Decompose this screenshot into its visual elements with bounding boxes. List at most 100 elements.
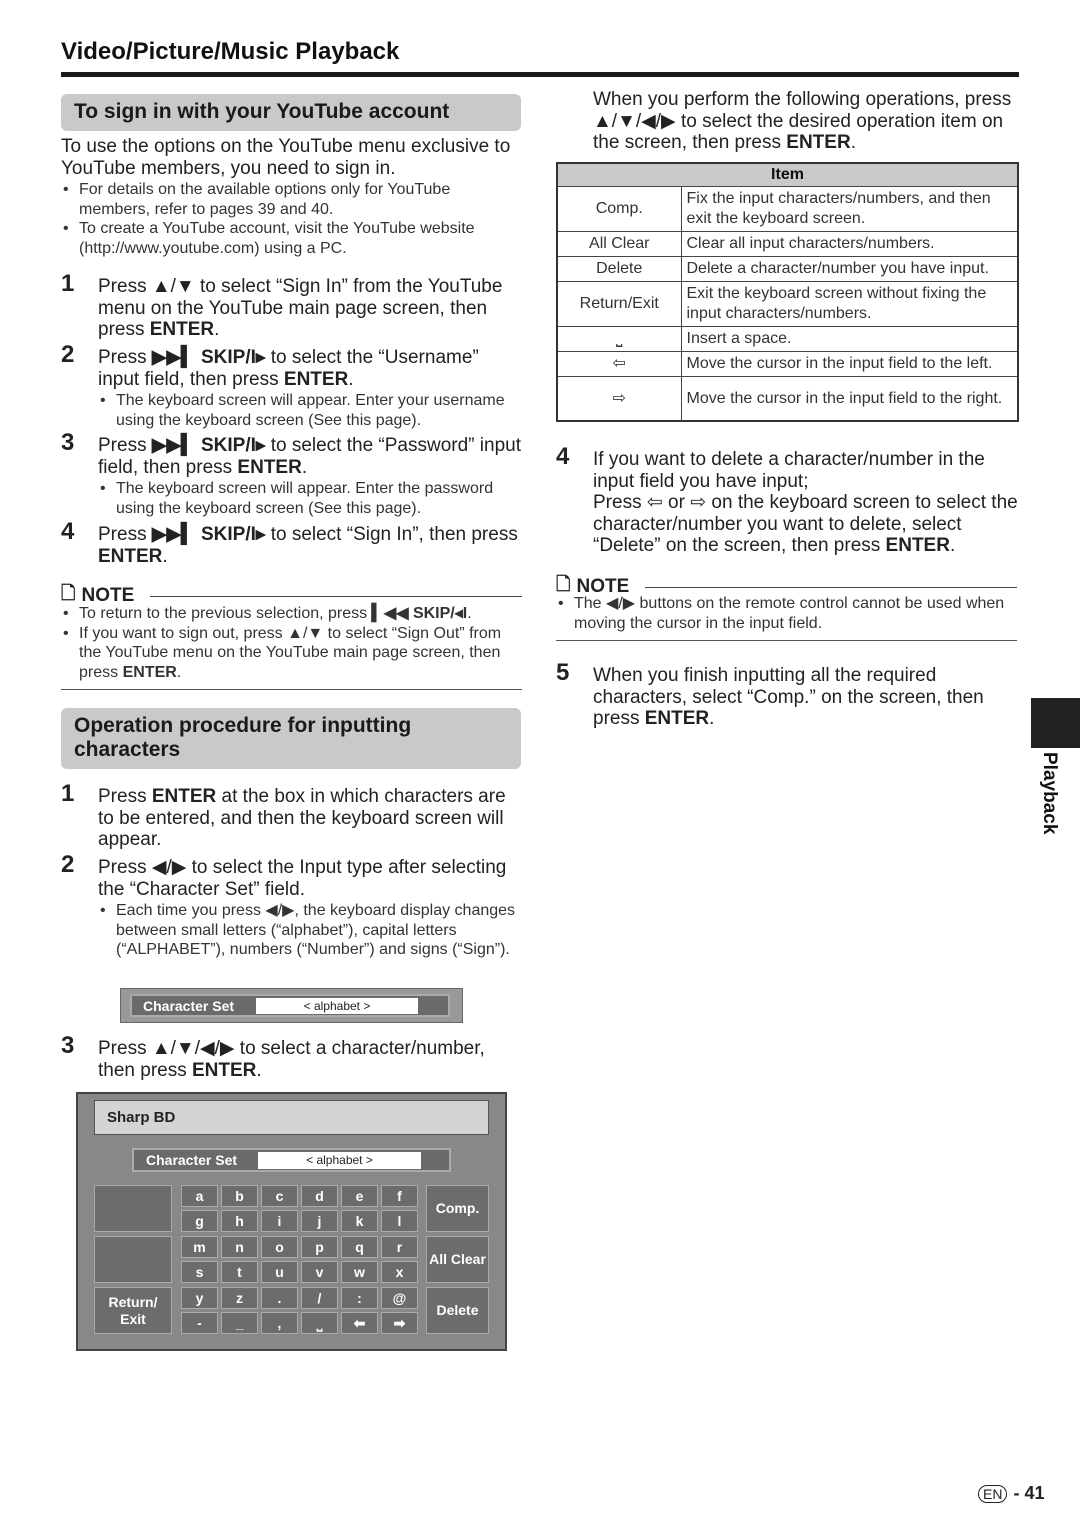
bold-text: ENTER <box>644 708 710 729</box>
text-segment: Press <box>98 435 152 456</box>
charset-value: < alphabet > <box>256 997 418 1014</box>
text-segment: to select “Sign In”, then press <box>265 524 518 545</box>
step-number: 2 <box>61 851 75 878</box>
text-segment: . <box>176 663 182 681</box>
key-i[interactable]: i <box>261 1210 298 1232</box>
key-symbol[interactable]: ➡ <box>381 1312 418 1334</box>
comp-key[interactable]: Comp. <box>426 1185 489 1232</box>
step-text: If you want to delete a character/number… <box>593 449 1022 557</box>
key-o[interactable]: o <box>261 1236 298 1258</box>
key-symbol[interactable]: @ <box>381 1287 418 1309</box>
step-bullets: Each time you press ◀/▶, the keyboard di… <box>98 901 523 960</box>
bold-text: ENTER <box>149 319 215 340</box>
key-a[interactable]: a <box>181 1185 218 1207</box>
divider <box>556 640 1017 641</box>
key-symbol[interactable]: ⬅ <box>341 1312 378 1334</box>
key-m[interactable]: m <box>181 1236 218 1258</box>
bullet-item: Each time you press ◀/▶, the keyboard di… <box>98 901 523 960</box>
operations-table: Item Comp. Fix the input characters/numbe… <box>556 162 1019 422</box>
item-name: Comp. <box>556 185 682 232</box>
key-v[interactable]: v <box>301 1261 338 1283</box>
step-number: 1 <box>61 780 75 807</box>
input-step-3: 3 Press ▲/▼/◀/▶ to select a character/num… <box>61 1032 523 1081</box>
key-f[interactable]: f <box>381 1185 418 1207</box>
key-c[interactable]: c <box>261 1185 298 1207</box>
key-k[interactable]: k <box>341 1210 378 1232</box>
key-symbol[interactable]: _ <box>221 1312 258 1334</box>
step-text: Press ▶▶▍ SKIP/I▸ to select “Sign In”, t… <box>98 524 523 567</box>
key-n[interactable]: n <box>221 1236 258 1258</box>
key-g[interactable]: g <box>181 1210 218 1232</box>
key-t[interactable]: t <box>221 1261 258 1283</box>
key-x[interactable]: x <box>381 1261 418 1283</box>
right-step-5: 5 When you finish inputting all the requi… <box>556 659 1022 730</box>
step-number: 1 <box>61 270 75 297</box>
table-row: Delete Delete a character/number you have… <box>556 255 1019 282</box>
key-symbol[interactable]: . <box>261 1287 298 1309</box>
text-segment: To return to the previous selection, pre… <box>79 605 372 622</box>
intro-end: . <box>850 132 856 153</box>
key-u[interactable]: u <box>261 1261 298 1283</box>
text-segment: The ◀/▶ buttons on the remote control ca… <box>574 595 1005 632</box>
step-number: 4 <box>556 443 570 470</box>
delete-key[interactable]: Delete <box>426 1287 489 1334</box>
note-item: If you want to sign out, press ▲/▼ to se… <box>61 624 523 683</box>
text-segment: . <box>214 319 220 340</box>
step-number: 3 <box>61 1032 75 1059</box>
key-symbol[interactable]: - <box>181 1312 218 1334</box>
item-description: Exit the keyboard screen without fixing … <box>680 280 1019 327</box>
item-name: ⇦ <box>556 350 682 377</box>
text-segment: Press ▲/▼/◀/▶ to select a character/numb… <box>98 1038 485 1081</box>
side-tab-marker <box>1031 698 1080 748</box>
note-rule <box>645 586 1017 588</box>
key-symbol[interactable]: : <box>341 1287 378 1309</box>
table-row: Return/Exit Exit the keyboard screen with… <box>556 280 1019 327</box>
input-field[interactable]: Sharp BD <box>94 1100 489 1135</box>
step-number: 5 <box>556 659 570 686</box>
step-text: Press ▲/▼ to select “Sign In” from the Y… <box>98 276 523 341</box>
step-text: Press ▶▶▍ SKIP/I▸ to select the “Passwor… <box>98 435 523 478</box>
key-w[interactable]: w <box>341 1261 378 1283</box>
key-s[interactable]: s <box>181 1261 218 1283</box>
key-q[interactable]: q <box>341 1236 378 1258</box>
key-l[interactable]: l <box>381 1210 418 1232</box>
divider <box>61 689 522 690</box>
blank-key[interactable] <box>94 1185 172 1232</box>
text-segment: Press <box>98 524 152 545</box>
key-j[interactable]: j <box>301 1210 338 1232</box>
youtube-intro: To use the options on the YouTube menu e… <box>61 136 511 179</box>
key-z[interactable]: z <box>221 1287 258 1309</box>
bold-text: ENTER <box>885 535 950 556</box>
key-symbol[interactable]: ⎵ <box>301 1312 338 1334</box>
keyboard-charset[interactable]: Character Set < alphabet > <box>132 1148 451 1172</box>
key-symbol[interactable]: , <box>261 1312 298 1334</box>
key-d[interactable]: d <box>301 1185 338 1207</box>
note-item: The ◀/▶ buttons on the remote control ca… <box>556 594 1016 633</box>
section-heading-input: Operation procedure for inputting charac… <box>61 708 521 769</box>
text-segment: Press ◀/▶ to select the Input type after… <box>98 857 507 900</box>
bullet-item: The keyboard screen will appear. Enter y… <box>98 391 523 430</box>
key-symbol[interactable]: / <box>301 1287 338 1309</box>
charset-figure: Character Set < alphabet > <box>120 988 463 1023</box>
all-clear-key[interactable]: All Clear <box>426 1236 489 1283</box>
charset-label: Character Set <box>146 1152 238 1168</box>
blank-key[interactable] <box>94 1236 172 1283</box>
section-heading-youtube: To sign in with your YouTube account <box>61 94 521 131</box>
key-p[interactable]: p <box>301 1236 338 1258</box>
youtube-step-3: 3 Press ▶▶▍ SKIP/I▸ to select the “Passwo… <box>61 431 523 518</box>
return-exit-key[interactable]: Return/ Exit <box>94 1287 172 1334</box>
text-segment: Press <box>98 786 152 807</box>
key-b[interactable]: b <box>221 1185 258 1207</box>
step-bullets: The keyboard screen will appear. Enter t… <box>98 479 523 518</box>
key-y[interactable]: y <box>181 1287 218 1309</box>
bold-text: ▶▶▍ SKIP/I▸ <box>151 347 266 368</box>
text-segment: . <box>256 1059 262 1081</box>
bold-text: ENTER <box>98 545 163 567</box>
key-e[interactable]: e <box>341 1185 378 1207</box>
key-r[interactable]: r <box>381 1236 418 1258</box>
text-segment: . <box>467 605 472 622</box>
step-number: 4 <box>61 518 75 545</box>
table-row: All Clear Clear all input characters/numb… <box>556 230 1019 257</box>
key-h[interactable]: h <box>221 1210 258 1232</box>
bold-text: ENTER <box>122 663 177 681</box>
